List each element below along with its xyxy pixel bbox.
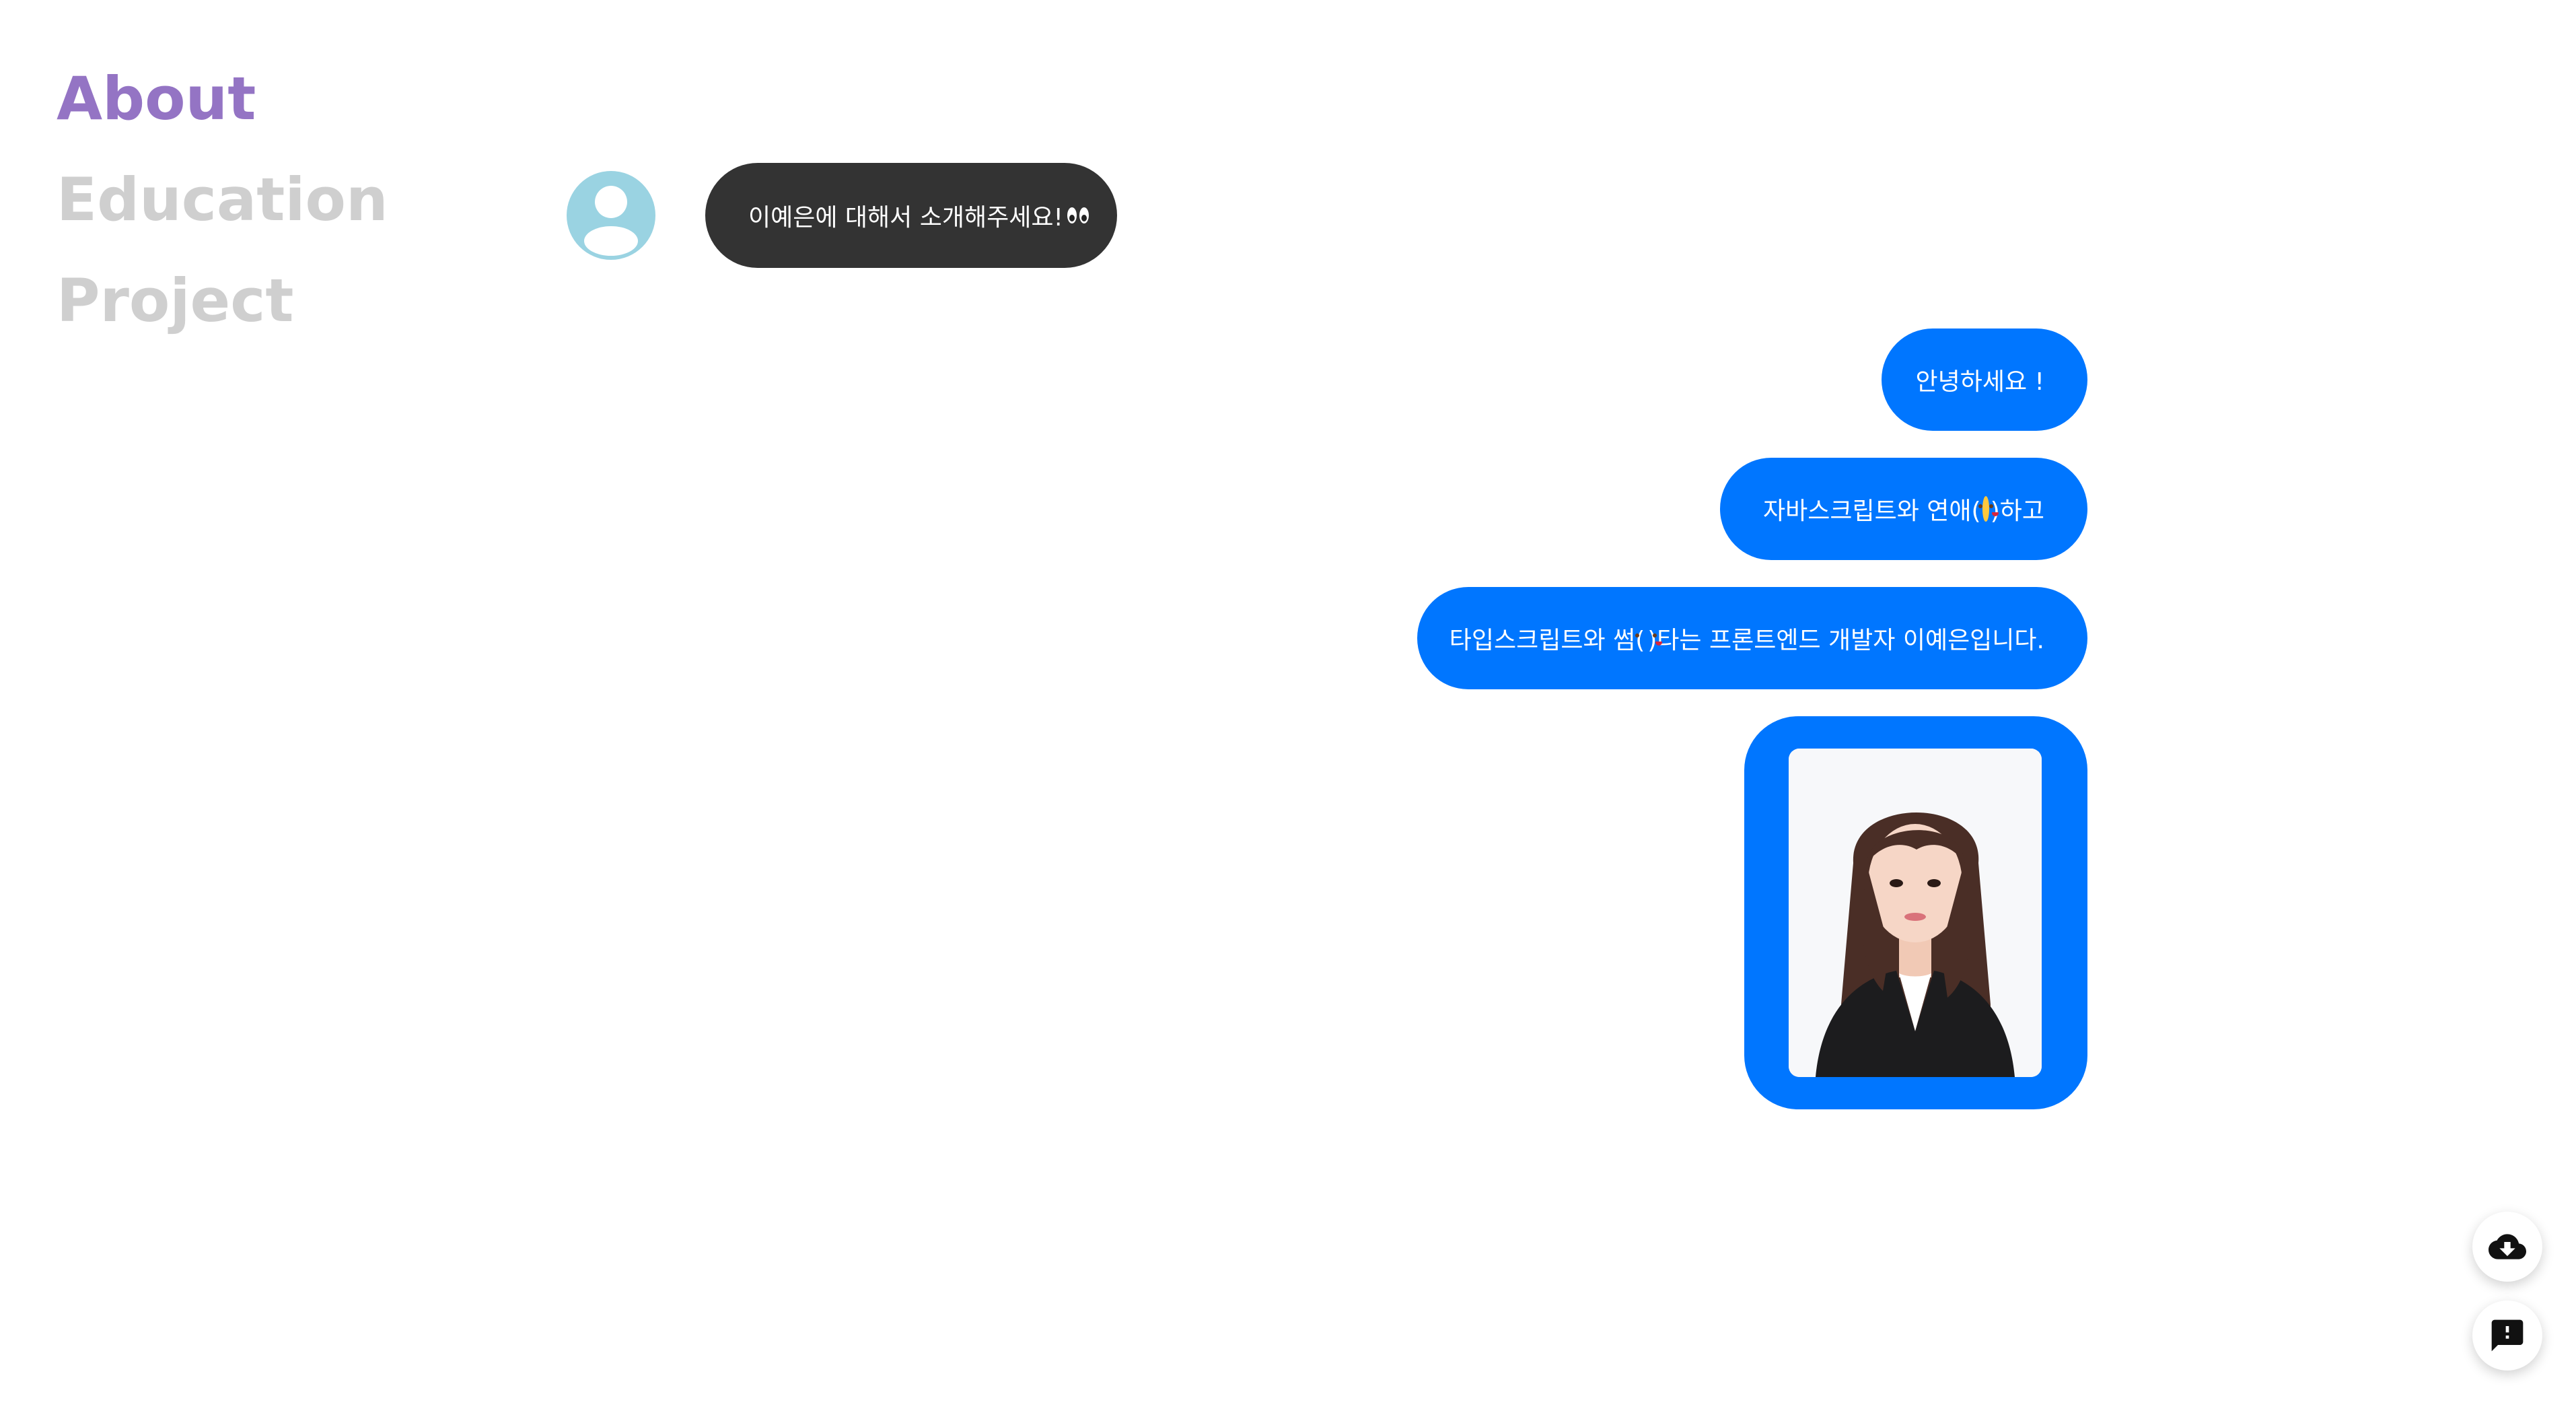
section-nav: About Education Project [57, 48, 388, 351]
intro-text-2-start: 타입스크립트와 썸( [1449, 627, 1645, 654]
eyes-emoji-icon [1067, 207, 1089, 223]
greeting-bubble: 안녕하세요 ! [1882, 328, 2087, 431]
nav-item-education[interactable]: Education [57, 149, 388, 250]
intro-text-1-end: )하고 [1990, 497, 2044, 525]
nav-item-about[interactable]: About [57, 48, 388, 149]
question-text: 이예은에 대해서 소개해주세요! [748, 204, 1063, 232]
smiling-face-with-hearts-icon [1978, 496, 1999, 522]
intro-bubble-javascript: 자바스크립트와 연애( )하고 [1720, 458, 2087, 560]
intro-bubble-typescript: 타입스크립트와 썸( )타는 프론트엔드 개발자 이예은입니다. [1417, 587, 2087, 689]
download-button[interactable] [2472, 1212, 2542, 1282]
default-avatar-icon [567, 171, 655, 260]
cloud-download-icon [2489, 1234, 2526, 1259]
photo-bubble [1744, 716, 2087, 1109]
nav-item-project[interactable]: Project [57, 250, 388, 351]
feedback-icon [2491, 1319, 2524, 1352]
intro-text-2-end: )타는 프론트엔드 개발자 이예은입니다. [1647, 627, 2044, 654]
feedback-button[interactable] [2472, 1301, 2542, 1371]
intro-text-1-start: 자바스크립트와 연애( [1763, 497, 1981, 525]
question-bubble: 이예은에 대해서 소개해주세요! [705, 163, 1117, 268]
portfolio-page: About Education Project 이예은에 대해서 소개해주세요!… [0, 0, 2576, 1419]
profile-photo [1789, 749, 2042, 1077]
greeting-text: 안녕하세요 ! [1915, 368, 2044, 396]
